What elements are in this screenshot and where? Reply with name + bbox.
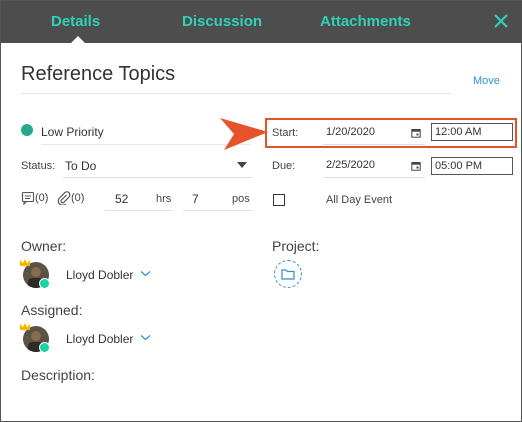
description-label: Description: (21, 367, 95, 383)
comment-icon[interactable] (21, 191, 35, 205)
tab-details[interactable]: Details (51, 13, 100, 30)
status-underline (63, 177, 253, 178)
status-select[interactable]: To Do (65, 159, 96, 173)
online-status-icon (39, 342, 50, 353)
paperclip-icon[interactable] (57, 191, 71, 205)
all-day-checkbox[interactable] (273, 194, 285, 206)
online-status-icon (39, 278, 50, 289)
due-date-underline (323, 177, 425, 178)
active-tab-indicator (71, 36, 85, 43)
tab-discussion[interactable]: Discussion (182, 13, 262, 30)
due-time-input[interactable]: 05:00 PM (431, 157, 513, 175)
points-underline (183, 210, 253, 211)
all-day-label: All Day Event (326, 194, 393, 206)
crown-icon (20, 259, 30, 266)
priority-dot-icon (21, 124, 33, 136)
due-label: Due: (272, 160, 296, 172)
folder-icon (281, 269, 295, 280)
due-date-input[interactable]: 2/25/2020 (326, 159, 375, 171)
attachment-count: (0) (71, 192, 85, 204)
calendar-icon[interactable] (411, 161, 421, 171)
owner-label: Owner: (21, 238, 67, 254)
title-underline (21, 93, 451, 94)
owner-name[interactable]: Lloyd Dobler (66, 268, 133, 282)
move-link[interactable]: Move (473, 75, 500, 87)
crown-icon (20, 323, 30, 330)
chevron-down-icon[interactable] (140, 270, 151, 277)
tab-attachments[interactable]: Attachments (320, 13, 411, 30)
close-icon[interactable] (492, 12, 510, 30)
caret-down-icon[interactable] (237, 162, 247, 168)
comment-count: (0) (35, 192, 49, 204)
tab-bar: Details Discussion Attachments (1, 1, 522, 43)
hours-unit: hrs (156, 193, 172, 205)
project-label: Project: (272, 238, 320, 254)
task-details-dialog: Details Discussion Attachments Reference… (0, 0, 522, 422)
hours-underline (105, 210, 173, 211)
status-label: Status: (21, 160, 56, 172)
arrow-pointer-icon (220, 118, 268, 150)
hours-input[interactable]: 52 (115, 192, 128, 206)
assignee-name[interactable]: Lloyd Dobler (66, 332, 133, 346)
project-picker[interactable] (274, 260, 302, 288)
assigned-label: Assigned: (21, 302, 83, 318)
chevron-down-icon[interactable] (140, 334, 151, 341)
priority-select[interactable]: Low Priority (41, 125, 104, 139)
task-title[interactable]: Reference Topics (21, 63, 175, 86)
points-unit: pos (232, 193, 250, 205)
highlight-box (265, 118, 517, 148)
points-input[interactable]: 7 (192, 192, 199, 206)
